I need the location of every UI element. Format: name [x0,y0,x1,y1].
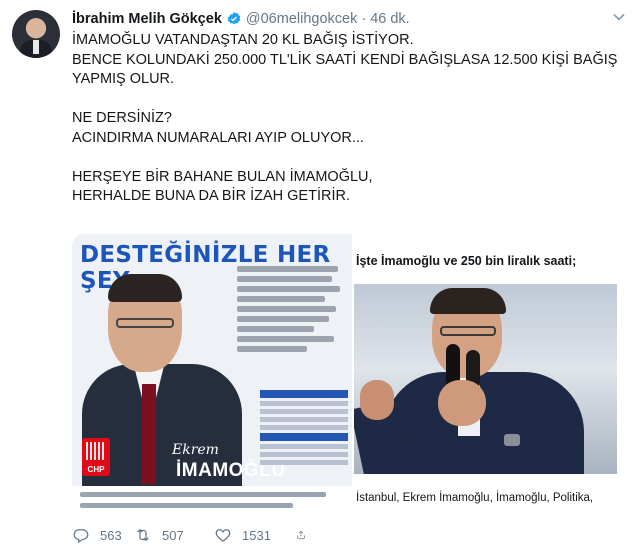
campaign-poster-image[interactable]: DESTEĞİNİZLE HER ŞEY CHP Ekrem İMAMOĞLU [72,234,352,517]
poster-footnote [72,486,352,517]
reply-icon [73,529,89,544]
poster-bank-table [260,390,348,468]
author-handle[interactable]: @06melihgokcek [246,11,357,27]
tweet-line: ACINDIRMA NUMARALARI AYIP OLUYOR... [72,129,364,146]
tweet-media[interactable]: DESTEĞİNİZLE HER ŞEY CHP Ekrem İMAMOĞLU [72,234,617,517]
tweet-text: İMAMOĞLU VATANDAŞTAN 20 KL BAĞIŞ İSTİYOR… [72,31,618,207]
avatar[interactable] [12,10,60,58]
poster-signature: Ekrem [172,442,219,458]
retweet-icon [137,528,149,542]
avatar-shirt [33,40,39,54]
tweet-line: BENCE KOLUNDAKİ 250.000 TL'LİK SAATİ KEN… [72,51,618,68]
speaker-photo [354,284,617,474]
poster-figure-tie [142,384,156,484]
wristwatch [504,434,520,446]
tweet-line: HERŞEYE BİR BAHANE BULAN İMAMOĞLU, [72,168,373,185]
tweet-line: NE DERSİNİZ? [72,110,172,126]
tweet[interactable]: İbrahim Melih Gökçek @06melihgokcek · 46… [0,0,640,550]
tweet-line: YAPMIŞ OLUR. [72,71,175,87]
retweet-button[interactable]: 507 [134,526,214,544]
tweet-header: İbrahim Melih Gökçek @06melihgokcek · 46… [72,9,410,29]
author-display-name[interactable]: İbrahim Melih Gökçek [72,11,222,27]
tweet-actions: 563 507 1531 [72,524,316,546]
reply-button[interactable]: 563 [72,526,134,544]
retweet-count: 507 [162,527,184,543]
poster-figure-glasses [116,318,174,328]
share-button[interactable] [296,526,316,544]
poster-figure-hair [108,274,182,302]
chevron-down-icon[interactable] [612,10,626,24]
chp-logo-text: CHP [87,465,105,474]
tweet-line: İMAMOĞLU VATANDAŞTAN 20 KL BAĞIŞ İSTİYOR… [72,32,414,48]
like-button[interactable]: 1531 [214,526,296,544]
chp-logo-icon: CHP [82,438,110,476]
heart-icon [215,529,231,542]
verified-badge-icon [226,11,242,27]
like-count: 1531 [242,527,271,543]
share-icon [297,530,305,540]
meta-separator: · [361,11,367,27]
photo-tags: İstanbul, Ekrem İmamoğlu, İmamoğlu, Poli… [356,492,594,504]
reply-count: 563 [100,527,122,543]
poster-body-text [237,266,347,356]
tweet-timestamp[interactable]: 46 dk. [370,11,410,27]
tweet-line: HERHALDE BUNA DA BİR İZAH GETİRİR. [72,188,350,204]
photo-caption: İşte İmamoğlu ve 250 bin liralık saati; [356,254,577,268]
news-image[interactable]: İşte İmamoğlu ve 250 bin liralık saati; … [354,234,617,517]
